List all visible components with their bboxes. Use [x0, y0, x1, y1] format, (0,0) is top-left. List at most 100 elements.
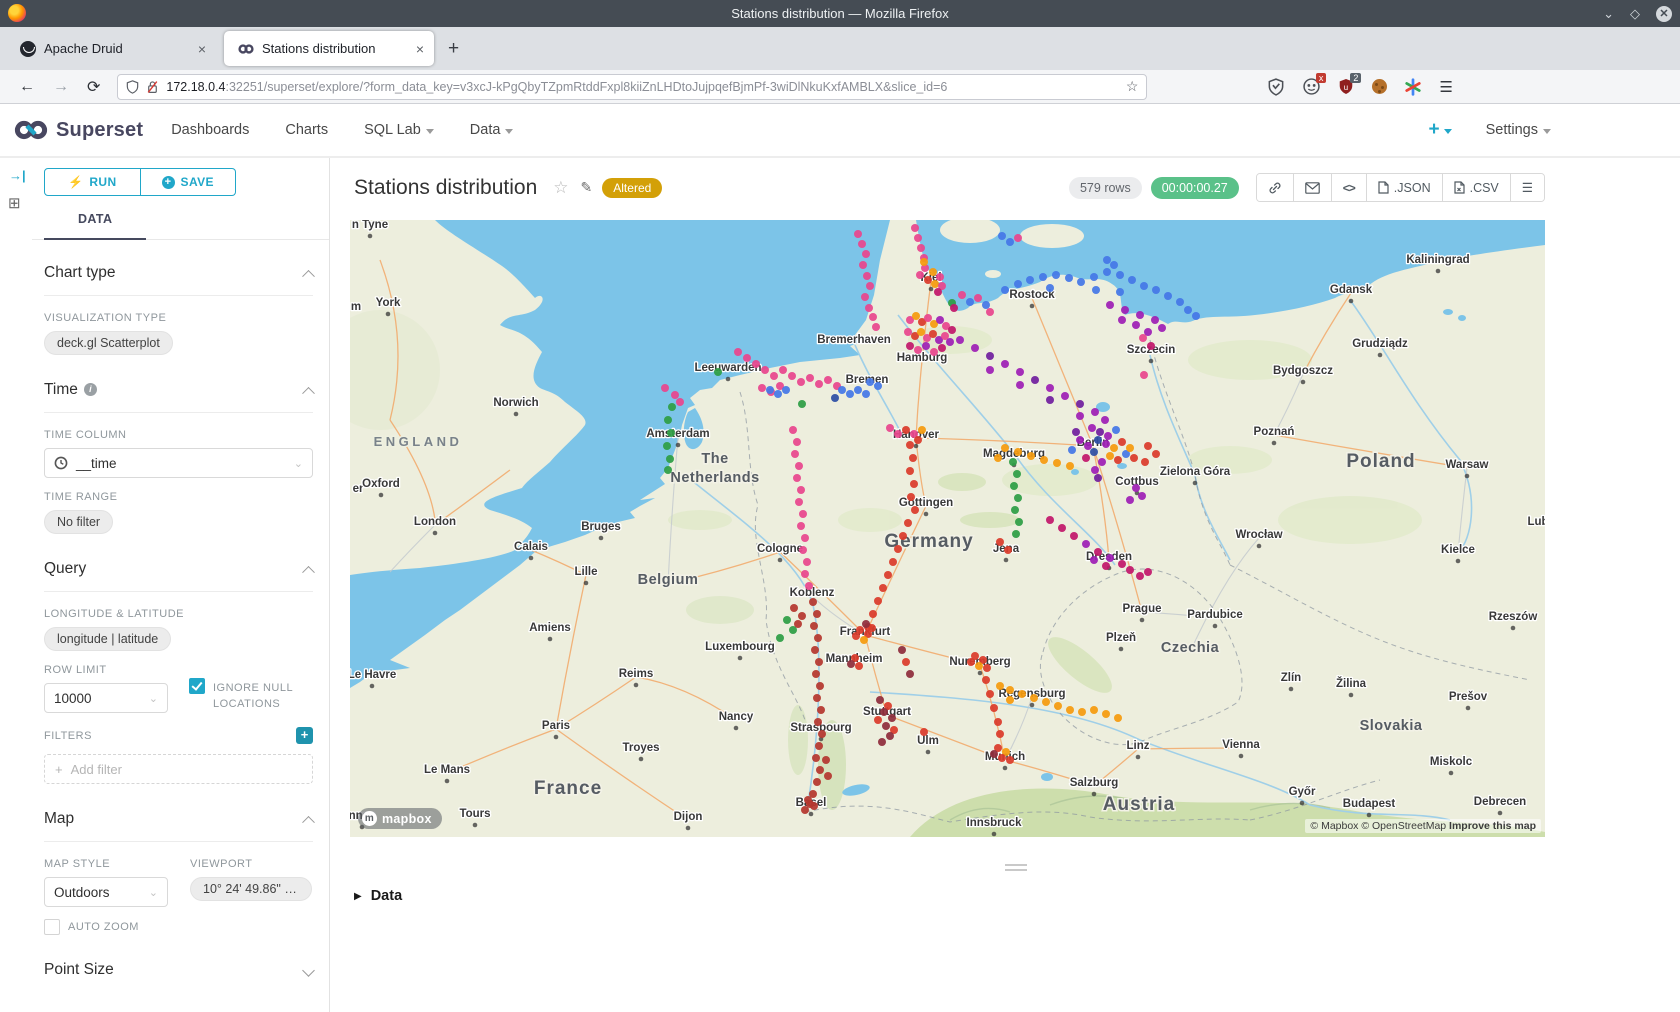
close-button[interactable]: ✕ [1656, 6, 1672, 22]
chart-menu-button[interactable]: ☰ [1510, 174, 1544, 201]
time-column-select[interactable]: __time ⌄ [44, 448, 313, 478]
left-icon-rail: →| ⊞ [0, 158, 32, 1012]
nav-dashboards[interactable]: Dashboards [171, 122, 249, 138]
tab-stations-distribution[interactable]: Stations distribution × [224, 31, 434, 66]
section-title: Map [44, 810, 74, 828]
favorite-star-icon[interactable]: ☆ [553, 178, 568, 198]
svg-text:Lub: Lub [1527, 516, 1545, 528]
reload-button[interactable]: ⟳ [87, 77, 100, 97]
nav-data[interactable]: Data [470, 122, 514, 138]
map-attribution: © Mapbox © OpenStreetMap Improve this ma… [1305, 819, 1541, 833]
insecure-lock-icon[interactable] [146, 80, 159, 94]
svg-text:Paris: Paris [542, 720, 570, 732]
copy-link-button[interactable] [1257, 174, 1293, 201]
svg-text:Luxembourg: Luxembourg [705, 641, 775, 653]
new-item-button[interactable]: + [1428, 119, 1451, 141]
mapbox-logo[interactable]: m mapbox [358, 808, 442, 829]
dataset-grid-icon[interactable]: ⊞ [8, 194, 21, 212]
time-range-value[interactable]: No filter [44, 510, 113, 534]
tab-data[interactable]: DATA [44, 212, 146, 240]
minimize-button[interactable]: ⌄ [1603, 6, 1614, 22]
section-time[interactable]: Timei [44, 381, 313, 413]
map-canvas[interactable]: n TynemYorkerNorwichOxfordLondonENGLANDL… [350, 220, 1545, 837]
url-text[interactable]: 172.18.0.4:32251/superset/explore/?form_… [166, 80, 1118, 94]
bookmark-star-icon[interactable]: ☆ [1126, 78, 1139, 95]
chart-area: Stations distribution ☆ ✎ Altered 579 ro… [330, 158, 1680, 1012]
mapbox-wordmark: mapbox [382, 812, 432, 826]
viz-type-value[interactable]: deck.gl Scatterplot [44, 331, 173, 355]
svg-text:Miskolc: Miskolc [1430, 756, 1473, 768]
browser-toolbar: ← → ⟳ 172.18.0.4:32251/superset/explore/… [0, 70, 1680, 104]
chevron-down-icon: ⌄ [149, 692, 158, 705]
url-bar[interactable]: 172.18.0.4:32251/superset/explore/?form_… [117, 74, 1147, 100]
edit-title-icon[interactable]: ✎ [581, 179, 593, 196]
export-csv-button[interactable]: .CSV [1442, 174, 1510, 201]
file-csv-icon [1454, 181, 1465, 194]
superset-logo[interactable]: Superset [14, 119, 143, 142]
resize-drag-handle[interactable] [1005, 864, 1027, 871]
add-filter-box[interactable]: + Add filter [44, 754, 313, 784]
svg-text:Lille: Lille [574, 566, 597, 578]
nav-sql-lab-label: SQL Lab [364, 122, 421, 138]
chevron-down-icon [505, 129, 513, 134]
extension-asterisk-icon[interactable] [1404, 78, 1422, 96]
add-filter-plus-button[interactable]: + [296, 727, 313, 744]
improve-map-link[interactable]: Improve this map [1449, 820, 1536, 832]
svg-text:Reims: Reims [619, 668, 654, 680]
cookie-icon[interactable] [1372, 79, 1387, 94]
chevron-down-icon [426, 129, 434, 134]
export-json-button[interactable]: .JSON [1366, 174, 1442, 201]
collapse-panel-icon[interactable]: →| [9, 168, 26, 183]
svg-text:Ulm: Ulm [917, 735, 939, 747]
map-style-select[interactable]: Outdoors ⌄ [44, 877, 168, 907]
svg-text:Prague: Prague [1123, 603, 1162, 615]
ublock-icon[interactable]: u 2 [1337, 78, 1355, 96]
island [985, 270, 1001, 278]
svg-text:Belgium: Belgium [638, 572, 699, 588]
section-point-size[interactable]: Point Size [44, 961, 313, 992]
altered-badge[interactable]: Altered [602, 178, 662, 198]
run-button[interactable]: ⚡RUN [44, 168, 141, 196]
auto-zoom-checkbox[interactable] [44, 919, 60, 935]
tab-close-icon[interactable]: × [416, 41, 424, 57]
back-button[interactable]: ← [19, 78, 35, 96]
chevron-up-icon [304, 269, 313, 278]
data-panel-toggle[interactable]: ▶ Data [354, 888, 402, 904]
save-button[interactable]: +SAVE [141, 168, 237, 196]
section-map[interactable]: Map [44, 810, 313, 842]
lonlat-value[interactable]: longitude | latitude [44, 627, 171, 651]
nav-charts[interactable]: Charts [285, 122, 328, 138]
svg-text:Koblenz: Koblenz [790, 587, 835, 599]
menu-hamburger-icon[interactable]: ☰ [1439, 78, 1452, 96]
privacy-mask-icon[interactable]: x [1302, 78, 1320, 96]
svg-text:The: The [701, 451, 728, 467]
new-tab-button[interactable]: + [448, 38, 459, 60]
email-button[interactable] [1293, 174, 1331, 201]
maximize-button[interactable]: ◇ [1630, 6, 1640, 22]
nav-settings[interactable]: Settings [1486, 122, 1551, 138]
svg-text:Cologne: Cologne [757, 543, 803, 555]
tab-apache-druid[interactable]: Apache Druid × [6, 27, 216, 70]
svg-text:Kaliningrad: Kaliningrad [1406, 254, 1469, 266]
link-icon [1268, 181, 1282, 195]
section-query[interactable]: Query [44, 560, 313, 592]
embed-code-button[interactable]: <> [1331, 174, 1366, 201]
viewport-value[interactable]: 10° 24' 49.86" | 5... [190, 877, 312, 901]
nav-sql-lab[interactable]: SQL Lab [364, 122, 434, 138]
section-chart-type[interactable]: Chart type [44, 264, 313, 296]
svg-text:Le Havre: Le Havre [350, 669, 396, 681]
map-container[interactable]: n TynemYorkerNorwichOxfordLondonENGLANDL… [350, 220, 1545, 837]
row-limit-select[interactable]: 10000 ⌄ [44, 683, 168, 713]
mask-badge: x [1316, 73, 1327, 83]
chevron-up-icon [304, 565, 313, 574]
ignore-null-checkbox[interactable] [189, 678, 205, 694]
shield-permissions-icon[interactable] [126, 80, 139, 94]
svg-text:Žilina: Žilina [1336, 677, 1367, 690]
file-icon [1378, 181, 1389, 194]
pocket-shield-icon[interactable] [1267, 78, 1285, 96]
tab-close-icon[interactable]: × [198, 41, 206, 57]
forward-button[interactable]: → [53, 78, 69, 96]
svg-text:Vienna: Vienna [1222, 739, 1260, 751]
filters-label: FILTERS [44, 730, 92, 742]
nav-data-label: Data [470, 122, 501, 138]
